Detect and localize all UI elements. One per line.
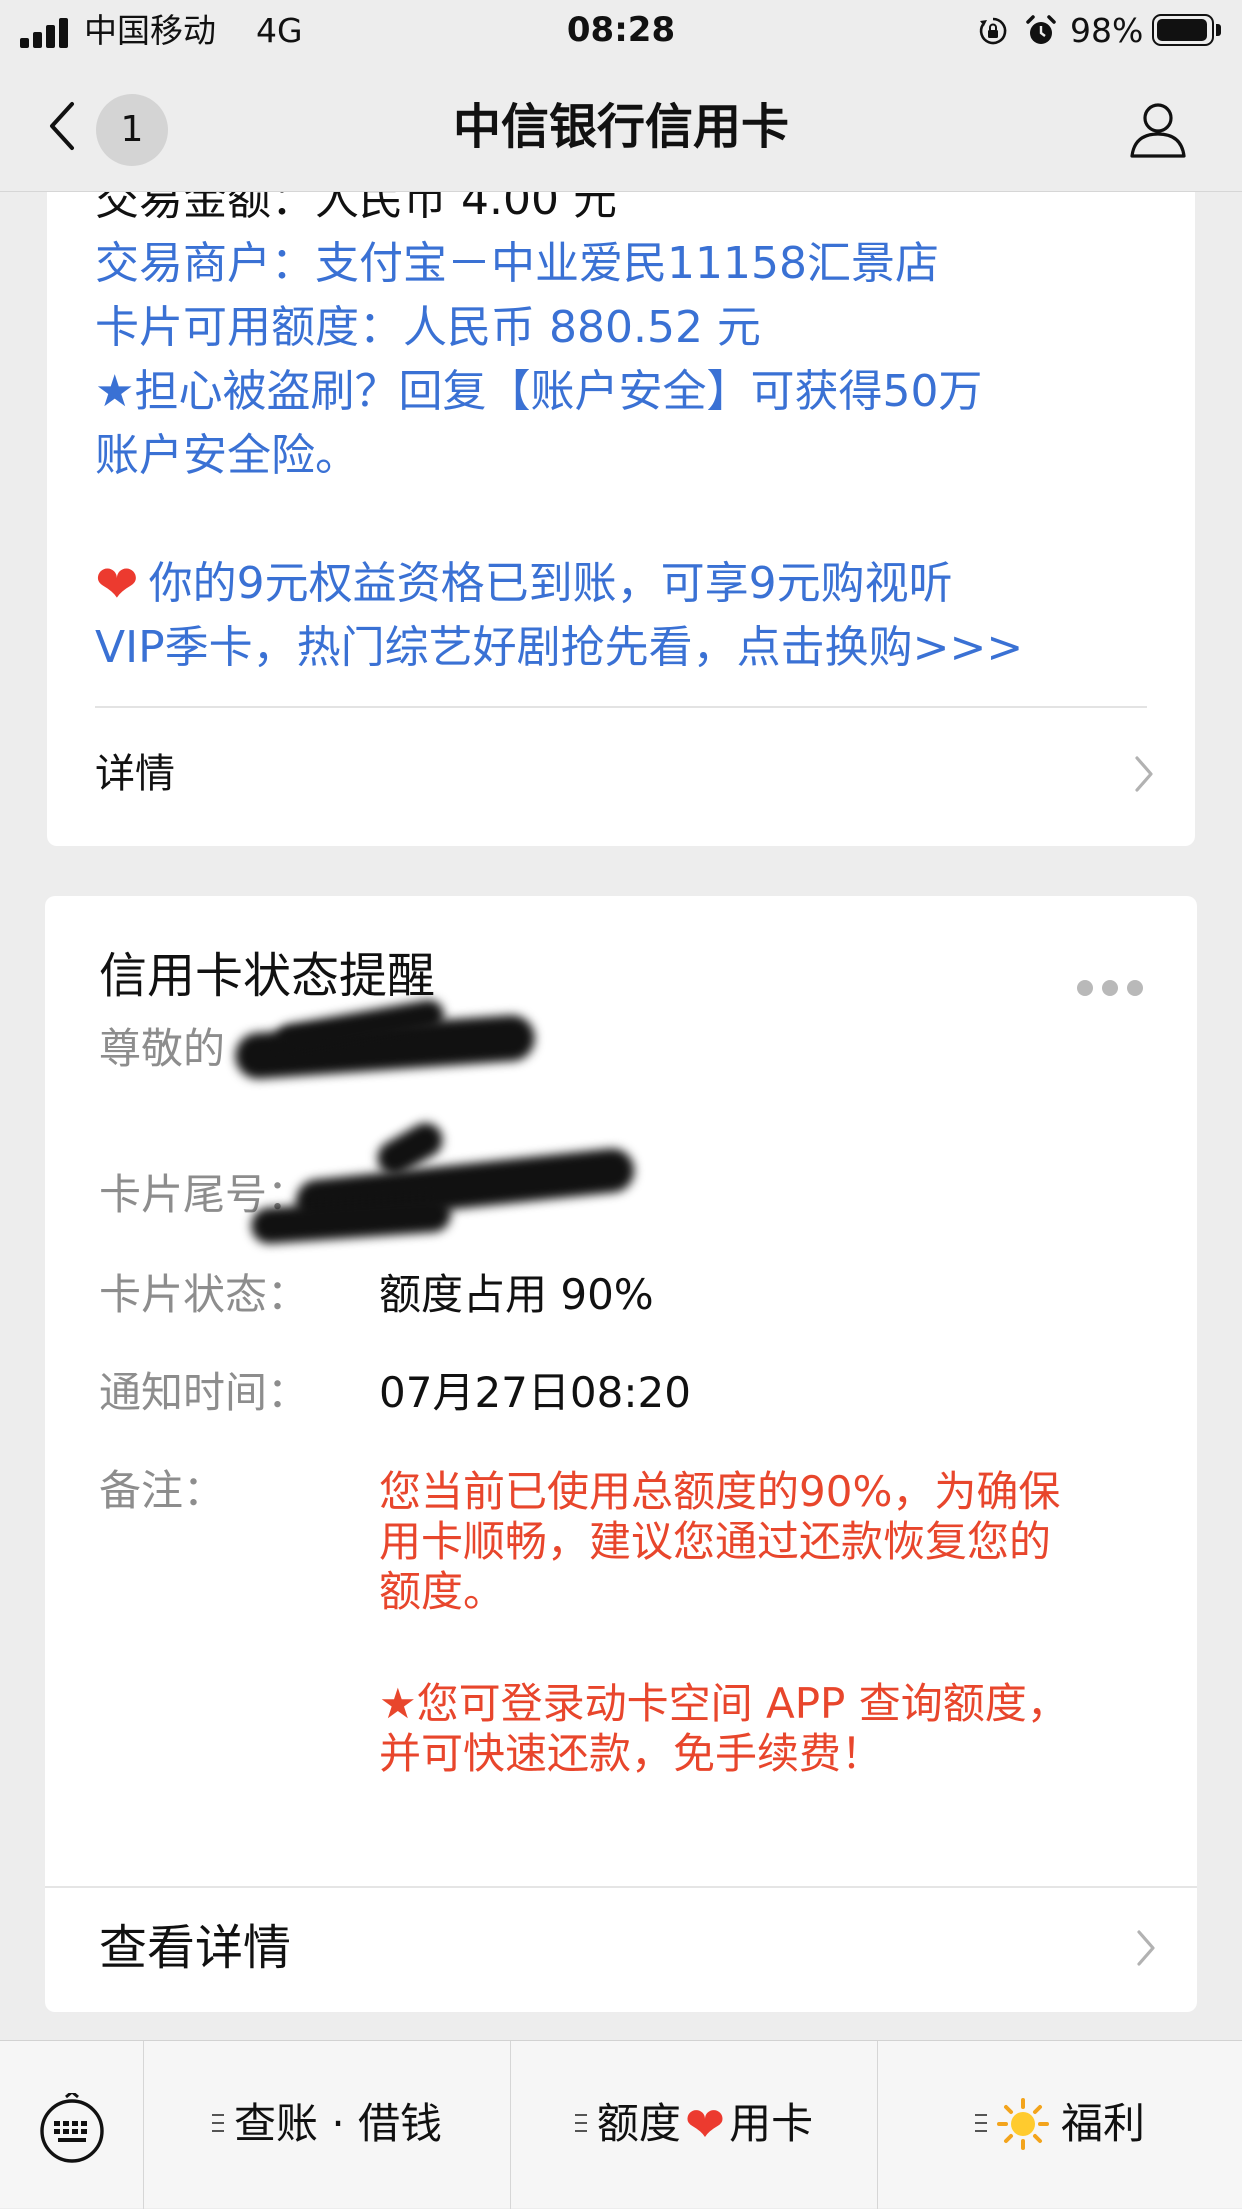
notify-time-label: 通知时间： xyxy=(99,1368,310,1417)
heart-icon: ❤ xyxy=(684,2097,726,2153)
navigation-bar: 1 中信银行信用卡 xyxy=(0,62,1242,192)
status-reminder-card: 信用卡状态提醒 尊敬的 卡片尾号： 卡片状态： 额度占用 90% 通知时间： 0… xyxy=(45,896,1197,2012)
remark-label: 备注： xyxy=(99,1466,226,1515)
battery-fill xyxy=(1157,19,1207,41)
transaction-merchant-line: 交易商户：支付宝－中业爱民11158汇景店 xyxy=(95,238,939,289)
more-options-icon[interactable] xyxy=(1077,980,1143,998)
page-title: 中信银行信用卡 xyxy=(452,99,789,155)
menu-credit-limit-card[interactable]: 额度❤用卡 xyxy=(511,2041,878,2209)
chevron-right-icon xyxy=(1135,756,1153,792)
keyboard-icon xyxy=(40,2093,104,2163)
battery-percent: 98% xyxy=(1070,11,1144,50)
chevron-right-icon xyxy=(1137,1930,1155,1966)
security-tip-line[interactable]: ★担心被盗刷？回复【账户安全】可获得50万 xyxy=(95,360,982,424)
promo-line-2[interactable]: VIP季卡，热门综艺好剧抢先看，点击换购>>> xyxy=(95,616,1023,680)
card-title: 信用卡状态提醒 xyxy=(99,948,436,1004)
notify-time-value: 07月27日08:20 xyxy=(379,1368,691,1417)
card-status-value: 额度占用 90% xyxy=(379,1270,654,1319)
battery-tip xyxy=(1216,24,1221,36)
submenu-icon xyxy=(574,2114,587,2132)
promo-line[interactable]: ❤ 你的9元权益资格已到账，可享9元购视听 xyxy=(95,552,953,617)
profile-icon[interactable] xyxy=(1126,96,1190,160)
menu-label: 额度 xyxy=(596,2099,681,2148)
menu-label: 用卡 xyxy=(729,2099,814,2148)
view-details-label: 查看详情 xyxy=(99,1920,292,1976)
card-status-label: 卡片状态： xyxy=(99,1270,310,1319)
submenu-icon xyxy=(974,2114,987,2132)
menu-label: 福利 xyxy=(1060,2099,1145,2148)
menu-benefits[interactable]: 福利 xyxy=(878,2041,1242,2209)
submenu-icon xyxy=(211,2114,224,2132)
status-bar: 中国移动 4G 08:28 98% xyxy=(0,0,1242,62)
menu-check-bill-borrow[interactable]: 查账 · 借钱 xyxy=(144,2041,511,2209)
remark-line: 额度。 xyxy=(379,1567,506,1616)
tip-line: 并可快速还款，免手续费！ xyxy=(379,1729,884,1778)
message-list[interactable]: 交易金额：人民币 4.00 元 交易商户：支付宝－中业爱民11158汇景店 卡片… xyxy=(0,192,1242,2040)
remark-line: 您当前已使用总额度的90%，为确保 xyxy=(379,1467,1061,1516)
battery-icon xyxy=(1152,14,1214,46)
details-row[interactable]: 详情 xyxy=(47,708,1195,846)
heart-icon: ❤ xyxy=(95,555,139,615)
promo-text: 你的9元权益资格已到账，可享9元购视听 xyxy=(148,558,953,609)
alarm-clock-icon xyxy=(1026,15,1056,44)
keyboard-toggle-button[interactable] xyxy=(0,2041,144,2209)
sun-icon xyxy=(996,2098,1049,2150)
details-label: 详情 xyxy=(95,751,175,797)
security-tip-line-2[interactable]: 账户安全险。 xyxy=(95,424,359,488)
transaction-amount-line: 交易金额：人民币 4.00 元 xyxy=(95,192,617,225)
available-credit-line: 卡片可用额度：人民币 880.52 元 xyxy=(95,302,761,353)
bottom-menu-bar: 查账 · 借钱 额度❤用卡 福利 xyxy=(0,2040,1242,2209)
menu-label: 查账 · 借钱 xyxy=(233,2099,443,2148)
transaction-message-card: 交易金额：人民币 4.00 元 交易商户：支付宝－中业爱民11158汇景店 卡片… xyxy=(47,192,1195,846)
tip-line: ★您可登录动卡空间 APP 查询额度， xyxy=(379,1679,1069,1728)
greeting-text: 尊敬的 xyxy=(99,1024,226,1073)
view-details-row[interactable]: 查看详情 xyxy=(45,1888,1197,2012)
remark-line: 用卡顺畅，建议您通过还款恢复您的 xyxy=(379,1517,1052,1566)
rotation-lock-icon xyxy=(979,17,1007,45)
